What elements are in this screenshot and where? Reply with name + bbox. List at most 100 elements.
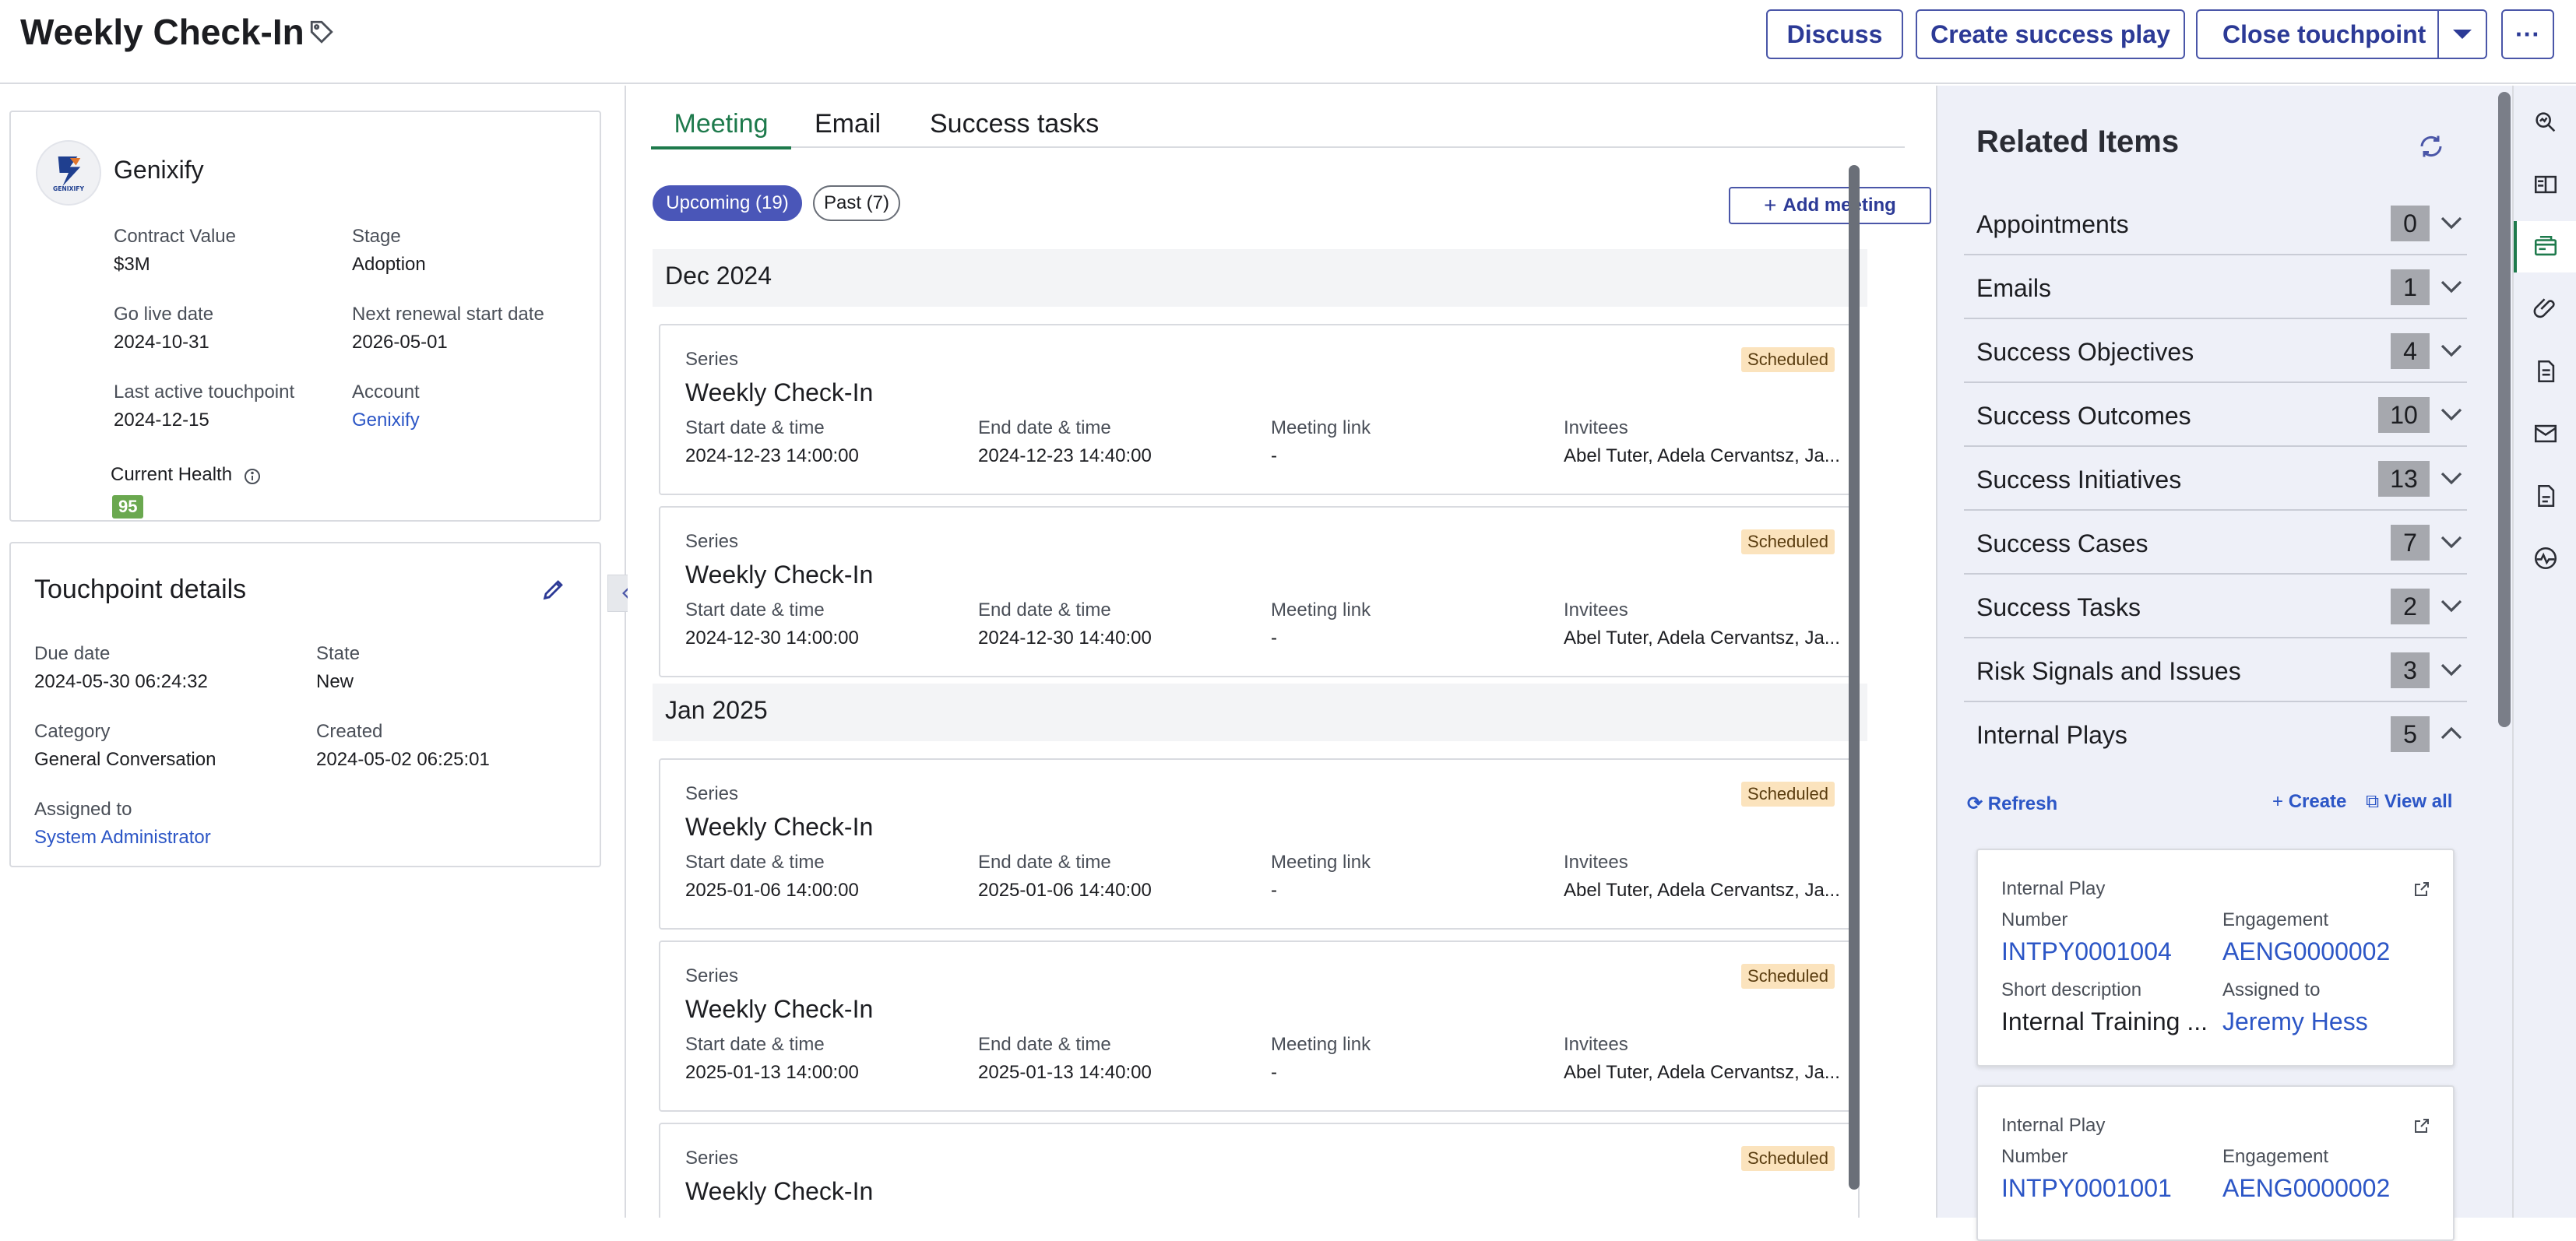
discuss-button[interactable]: Discuss bbox=[1766, 9, 1903, 59]
last-active-label: Last active touchpoint bbox=[114, 381, 295, 403]
internal-plays-refresh-link[interactable]: ⟳ Refresh bbox=[1967, 793, 2057, 815]
chevron-down-icon bbox=[2441, 408, 2462, 421]
refresh-icon[interactable] bbox=[2417, 132, 2445, 160]
related-item-count: 3 bbox=[2391, 652, 2430, 688]
email-icon[interactable] bbox=[2532, 420, 2559, 447]
related-item-success-initiatives[interactable]: Success Initiatives 13 bbox=[1964, 447, 2467, 511]
meeting-series: Series bbox=[685, 531, 739, 552]
engagement-link[interactable]: AENG0000002 bbox=[2222, 1174, 2390, 1203]
meeting-card[interactable]: Series Weekly Check-In Scheduled Start d… bbox=[659, 940, 1860, 1112]
related-item-appointments[interactable]: Appointments 0 bbox=[1964, 192, 2467, 255]
related-item-count: 4 bbox=[2391, 333, 2430, 369]
search-insight-icon[interactable] bbox=[2532, 109, 2559, 135]
past-filter-pill[interactable]: Past (7) bbox=[813, 185, 900, 221]
month-group-header: Jan 2025 bbox=[653, 684, 1867, 741]
activity-icon[interactable] bbox=[2532, 545, 2559, 571]
end-value: 2025-01-06 14:40:00 bbox=[978, 880, 1152, 901]
related-item-label: Success Initiatives bbox=[1976, 466, 2182, 494]
tab-bar: Meeting Email Success tasks bbox=[651, 109, 1905, 149]
close-touchpoint-button[interactable]: Close touchpoint bbox=[2222, 20, 2426, 49]
meeting-title: Weekly Check-In bbox=[685, 561, 874, 589]
start-label: Start date & time bbox=[685, 1034, 825, 1055]
tab-success-tasks[interactable]: Success tasks bbox=[930, 109, 1099, 149]
internal-plays-view-all-link[interactable]: ⧉ View all bbox=[2366, 791, 2452, 813]
left-column: GENIXIFY Genixify Contract Value $3M Sta… bbox=[0, 86, 626, 1218]
related-item-success-outcomes[interactable]: Success Outcomes 10 bbox=[1964, 383, 2467, 447]
meeting-card[interactable]: Series Weekly Check-In Scheduled bbox=[659, 1123, 1860, 1218]
page-title: Weekly Check-In bbox=[20, 12, 304, 52]
play-number-link[interactable]: INTPY0001004 bbox=[2001, 937, 2172, 966]
meeting-card[interactable]: Series Weekly Check-In Scheduled Start d… bbox=[659, 758, 1860, 930]
invitees-value: Abel Tuter, Adela Cervantsz, Ja... bbox=[1564, 445, 1840, 466]
chevron-down-icon bbox=[2441, 216, 2462, 230]
meeting-link-value: - bbox=[1271, 628, 1277, 649]
related-item-risk-signals[interactable]: Risk Signals and Issues 3 bbox=[1964, 638, 2467, 702]
create-label: Create bbox=[2288, 791, 2347, 812]
stage-value: Adoption bbox=[352, 254, 426, 275]
start-label: Start date & time bbox=[685, 599, 825, 620]
meeting-list[interactable]: Dec 2024 Series Weekly Check-In Schedule… bbox=[653, 249, 1867, 1218]
end-label: End date & time bbox=[978, 599, 1111, 620]
refresh-label: Refresh bbox=[1987, 793, 2058, 814]
account-link[interactable]: Genixify bbox=[352, 410, 420, 431]
meeting-title: Weekly Check-In bbox=[685, 1177, 874, 1205]
related-item-count: 5 bbox=[2391, 716, 2430, 752]
invitees-value: Abel Tuter, Adela Cervantsz, Ja... bbox=[1564, 628, 1840, 649]
upcoming-filter-pill[interactable]: Upcoming (19) bbox=[653, 185, 802, 221]
meeting-card[interactable]: Series Weekly Check-In Scheduled Start d… bbox=[659, 324, 1860, 495]
meeting-link-value: - bbox=[1271, 1062, 1277, 1083]
internal-plays-create-link[interactable]: + Create bbox=[2272, 791, 2346, 813]
engagement-label: Engagement bbox=[2222, 1146, 2329, 1167]
info-icon[interactable] bbox=[243, 467, 262, 486]
chevron-down-icon bbox=[2441, 344, 2462, 357]
more-actions-button[interactable]: ··· bbox=[2501, 9, 2554, 59]
related-item-count: 10 bbox=[2378, 397, 2430, 433]
meeting-title: Weekly Check-In bbox=[685, 378, 874, 406]
touchpoint-details-card: Touchpoint details Due date 2024-05-30 0… bbox=[9, 542, 601, 867]
number-label: Number bbox=[2001, 1146, 2068, 1167]
related-item-success-tasks[interactable]: Success Tasks 2 bbox=[1964, 575, 2467, 638]
assigned-to-link[interactable]: System Administrator bbox=[34, 827, 211, 849]
pencil-icon[interactable] bbox=[540, 576, 567, 603]
internal-play-card[interactable]: Internal Play Number INTPY0001001 Engage… bbox=[1976, 1085, 2455, 1241]
tab-email[interactable]: Email bbox=[815, 109, 881, 149]
note-icon[interactable] bbox=[2532, 483, 2559, 509]
external-link-icon[interactable] bbox=[2412, 880, 2431, 898]
related-items-icon[interactable] bbox=[2532, 234, 2559, 260]
document-icon[interactable] bbox=[2532, 358, 2559, 385]
contract-value-label: Contract Value bbox=[114, 226, 236, 247]
category-label: Category bbox=[34, 721, 111, 742]
meeting-card[interactable]: Series Weekly Check-In Scheduled Start d… bbox=[659, 506, 1860, 677]
assigned-to-link[interactable]: Jeremy Hess bbox=[2222, 1007, 2368, 1036]
engagement-link[interactable]: AENG0000002 bbox=[2222, 937, 2390, 966]
internal-play-card[interactable]: Internal Play Number INTPY0001004 Engage… bbox=[1976, 849, 2455, 1067]
related-item-emails[interactable]: Emails 1 bbox=[1964, 255, 2467, 319]
create-success-play-button[interactable]: Create success play bbox=[1916, 9, 2185, 59]
chevron-down-icon[interactable] bbox=[2451, 26, 2473, 42]
reader-icon[interactable] bbox=[2532, 171, 2559, 198]
related-scrollbar[interactable] bbox=[2498, 92, 2511, 727]
play-number-link[interactable]: INTPY0001001 bbox=[2001, 1174, 2172, 1203]
meeting-series: Series bbox=[685, 783, 739, 804]
due-date-value: 2024-05-30 06:24:32 bbox=[34, 671, 208, 692]
tag-icon[interactable] bbox=[308, 19, 335, 45]
related-item-success-objectives[interactable]: Success Objectives 4 bbox=[1964, 319, 2467, 383]
center-column: Meeting Email Success tasks Upcoming (19… bbox=[628, 86, 1936, 1218]
end-label: End date & time bbox=[978, 852, 1111, 873]
external-link-icon[interactable] bbox=[2412, 1116, 2431, 1135]
status-badge: Scheduled bbox=[1741, 529, 1835, 554]
last-active-value: 2024-12-15 bbox=[114, 410, 209, 431]
attachment-icon[interactable] bbox=[2532, 296, 2559, 322]
related-items-title: Related Items bbox=[1976, 125, 2180, 159]
related-item-label: Emails bbox=[1976, 274, 2052, 302]
related-item-success-cases[interactable]: Success Cases 7 bbox=[1964, 511, 2467, 575]
center-scrollbar[interactable] bbox=[1849, 165, 1860, 1190]
invitees-value: Abel Tuter, Adela Cervantsz, Ja... bbox=[1564, 880, 1840, 901]
related-item-internal-plays[interactable]: Internal Plays 5 bbox=[1964, 702, 2467, 766]
related-item-count: 1 bbox=[2391, 269, 2430, 305]
status-badge: Scheduled bbox=[1741, 1146, 1835, 1171]
state-value: New bbox=[316, 671, 354, 692]
tab-meeting[interactable]: Meeting bbox=[651, 109, 791, 149]
related-item-label: Success Tasks bbox=[1976, 593, 2141, 621]
add-meeting-button[interactable]: + Add meeting bbox=[1729, 187, 1931, 224]
